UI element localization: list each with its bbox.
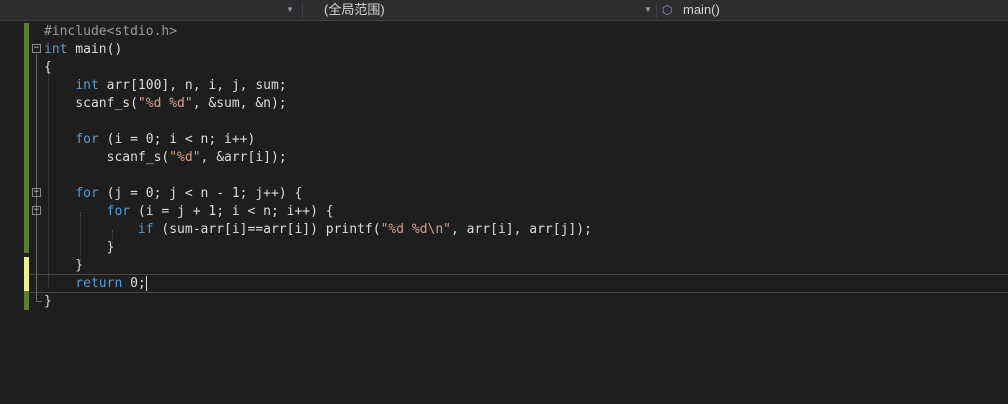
line-3-text: { <box>44 60 52 75</box>
code-line: int arr[100], n, i, j, sum; <box>44 77 287 95</box>
scope-dropdown[interactable]: (全局范围) ▼ <box>304 0 654 20</box>
collapse-for-i-icon[interactable]: − <box>32 206 41 215</box>
line-4-text: int arr[100], n, i, j, sum; <box>75 78 287 93</box>
member-dropdown-value: main() <box>683 2 720 17</box>
line-1-text: #include<stdio.h> <box>44 24 178 39</box>
line-2-text: int main() <box>44 42 123 57</box>
code-line: scanf_s("%d", &arr[i]); <box>44 149 287 167</box>
line-12-text: if (sum-arr[i]==arr[i]) printf("%d %d\n"… <box>137 222 592 237</box>
code-line: } <box>44 257 83 275</box>
line-11-text: for (i = j + 1; i < n; i++) { <box>106 204 334 219</box>
divider <box>656 2 657 18</box>
line-16-text: } <box>44 294 52 309</box>
line-5-text: scanf_s("%d %d", &sum, &n); <box>44 96 287 111</box>
chevron-down-icon: ▼ <box>286 5 294 14</box>
change-indicator-saved <box>24 23 29 253</box>
outline-end <box>36 301 42 302</box>
code-line: if (sum-arr[i]==arr[i]) printf("%d %d\n"… <box>44 221 592 239</box>
code-line: for (i = 0; i < n; i++) <box>44 131 255 149</box>
code-line: scanf_s("%d %d", &sum, &n); <box>44 95 287 113</box>
line-13-text: } <box>44 240 115 255</box>
line-8-text: scanf_s("%d", &arr[i]); <box>44 150 287 165</box>
current-line-highlight <box>30 274 1008 293</box>
scope-dropdown-value: (全局范围) <box>324 2 385 17</box>
collapse-for-j-icon[interactable]: − <box>32 188 41 197</box>
member-dropdown[interactable]: ⬡ main() <box>660 0 1008 20</box>
change-indicator-saved <box>24 291 29 310</box>
chevron-down-icon: ▼ <box>644 5 652 14</box>
text-caret <box>146 276 147 291</box>
outline-line <box>36 54 37 302</box>
navigation-bar: ▼ (全局范围) ▼ ⬡ main() <box>0 0 1008 21</box>
project-dropdown[interactable]: ▼ <box>0 0 296 20</box>
line-15-text: return 0; <box>75 276 146 291</box>
code-line: { <box>44 59 52 77</box>
cube-icon: ⬡ <box>662 3 673 17</box>
code-editor[interactable]: − − − #include<stdio.h> int main() { int… <box>0 21 1008 404</box>
line-14-text: } <box>44 258 84 273</box>
code-line: for (i = j + 1; i < n; i++) { <box>44 203 334 221</box>
code-line: } <box>44 293 52 311</box>
divider <box>302 2 303 18</box>
code-line: #include<stdio.h> <box>44 23 177 41</box>
code-line: int main() <box>44 41 122 59</box>
line-7-text: for (i = 0; i < n; i++) <box>75 132 256 147</box>
line-10-text: for (j = 0; j < n - 1; j++) { <box>75 186 303 201</box>
code-line: return 0; <box>44 275 146 293</box>
code-line: } <box>44 239 115 257</box>
code-line: for (j = 0; j < n - 1; j++) { <box>44 185 302 203</box>
change-indicator-unsaved <box>24 257 29 291</box>
collapse-main-icon[interactable]: − <box>32 44 41 53</box>
